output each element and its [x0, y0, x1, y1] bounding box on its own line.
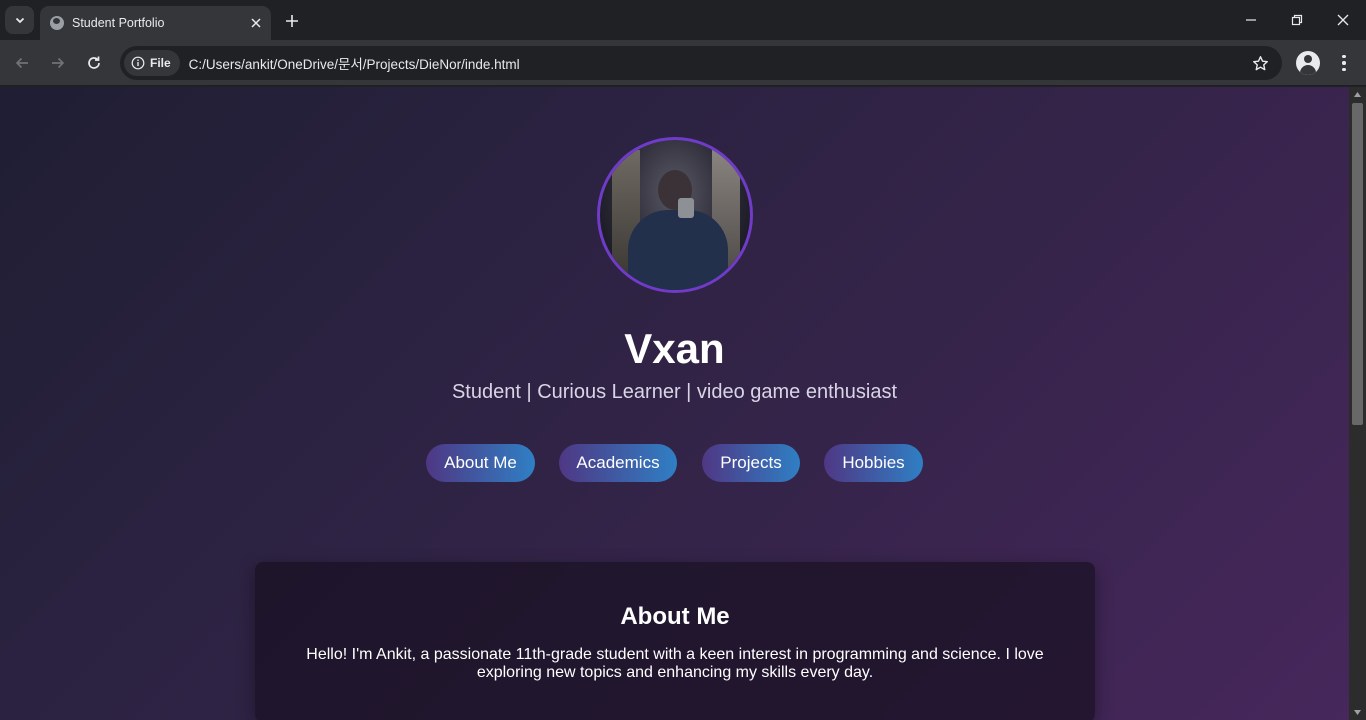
file-label: File — [150, 56, 171, 70]
profile-tagline: Student | Curious Learner | video game e… — [451, 381, 898, 403]
browser-toolbar: File C:/Users/ankit/OneDrive/문서/Projects… — [0, 40, 1366, 86]
bookmark-button[interactable] — [1250, 53, 1270, 73]
about-text: Hello! I'm Ankit, a passionate 11th-grad… — [306, 646, 1044, 681]
close-window-button[interactable] — [1320, 0, 1366, 40]
scrollbar-thumb[interactable] — [1352, 103, 1363, 425]
profile-icon[interactable] — [1296, 51, 1320, 75]
close-icon — [251, 18, 261, 28]
active-tab[interactable]: Student Portfolio — [40, 6, 271, 40]
site-info-chip[interactable]: File — [124, 50, 180, 76]
tab-search-button[interactable] — [5, 6, 34, 34]
info-icon — [131, 56, 145, 70]
triangle-up-icon — [1354, 92, 1361, 97]
tab-strip: Student Portfolio — [0, 0, 1366, 40]
reload-button[interactable] — [79, 48, 109, 78]
scroll-down-arrow[interactable] — [1349, 705, 1366, 720]
plus-icon — [286, 15, 298, 27]
chevron-down-icon — [15, 17, 24, 24]
about-title: About Me — [620, 603, 730, 630]
page-viewport: Vxan Student | Curious Learner | video g… — [0, 87, 1349, 720]
forward-button[interactable] — [43, 48, 73, 78]
star-icon — [1252, 55, 1268, 70]
menu-icon[interactable] — [1332, 50, 1356, 76]
nav-hobbies-button[interactable]: Hobbies — [824, 444, 923, 482]
nav-projects-button[interactable]: Projects — [702, 444, 800, 482]
nav-academics-button[interactable]: Academics — [559, 444, 677, 482]
minimize-icon — [1246, 19, 1256, 21]
close-tab-button[interactable] — [245, 12, 267, 34]
about-card: About Me Hello! I'm Ankit, a passionate … — [255, 562, 1095, 720]
back-button[interactable] — [7, 48, 37, 78]
restore-icon — [1291, 14, 1303, 26]
back-icon — [15, 57, 28, 69]
triangle-down-icon — [1354, 710, 1361, 715]
scroll-up-arrow[interactable] — [1349, 87, 1366, 102]
address-bar[interactable]: File C:/Users/ankit/OneDrive/문서/Projects… — [120, 46, 1282, 80]
page-scrollbar[interactable] — [1349, 87, 1366, 720]
reload-icon — [88, 56, 100, 69]
avatar — [597, 137, 753, 293]
profile-name: Vxan — [624, 325, 725, 372]
restore-button[interactable] — [1274, 0, 1320, 40]
url-text[interactable]: C:/Users/ankit/OneDrive/문서/Projects/DieN… — [189, 53, 520, 73]
tab-title: Student Portfolio — [72, 16, 165, 30]
nav-about-me-button[interactable]: About Me — [426, 444, 535, 482]
minimize-button[interactable] — [1228, 0, 1274, 40]
close-icon — [1337, 14, 1349, 26]
new-tab-button[interactable] — [280, 9, 304, 33]
globe-icon — [50, 16, 64, 30]
forward-icon — [52, 57, 65, 69]
